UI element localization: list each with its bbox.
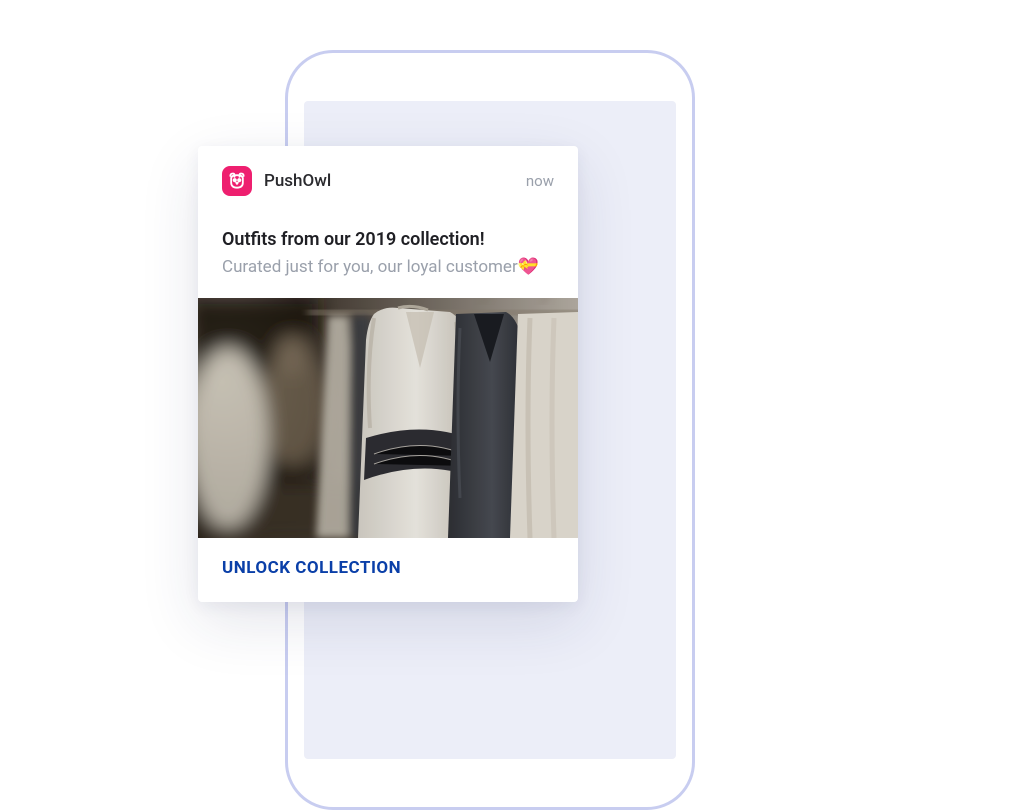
notification-subtitle: Curated just for you, our loyal customer… [222,256,554,280]
notification-action-area: UNLOCK COLLECTION [198,538,578,602]
notification-hero-image [198,298,578,538]
notification-header: PushOwl now [198,146,578,206]
notification-body: Outfits from our 2019 collection! Curate… [198,206,578,298]
pushowl-app-icon [222,166,252,196]
heart-gift-emoji: 💝 [518,257,539,277]
notification-title: Outfits from our 2019 collection! [222,228,554,252]
notification-timestamp: now [526,172,554,190]
app-name-label: PushOwl [264,171,331,191]
push-notification-card[interactable]: PushOwl now Outfits from our 2019 collec… [198,146,578,602]
unlock-collection-button[interactable]: UNLOCK COLLECTION [222,558,401,578]
notification-subtitle-text: Curated just for you, our loyal customer [222,257,518,277]
